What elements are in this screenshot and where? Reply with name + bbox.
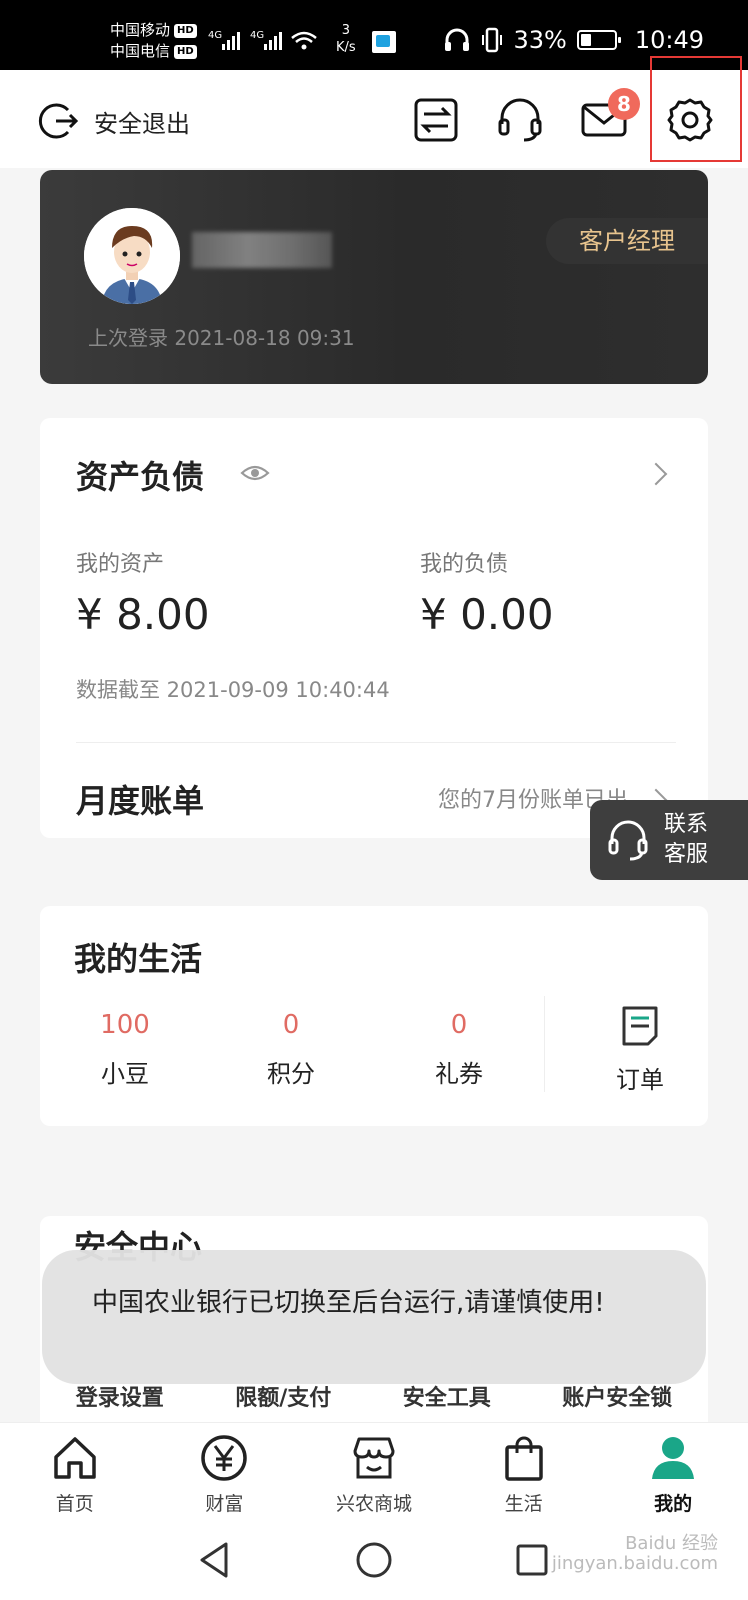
network-speed: 3 K/s [336, 23, 356, 55]
divider [544, 996, 545, 1092]
top-header: 安全退出 8 [0, 70, 748, 168]
app-notification-icon [372, 31, 396, 53]
logout-label: 安全退出 [94, 109, 190, 138]
monthly-bill-title[interactable]: 月度账单 [76, 776, 204, 822]
logout-button[interactable]: 安全退出 [38, 100, 190, 142]
chevron-right-icon[interactable] [644, 462, 668, 486]
nav-label: 兴农商城 [335, 1493, 412, 1515]
battery-icon [576, 30, 621, 50]
battery-percent: 33% [513, 26, 567, 54]
coupons-value: 0 [450, 1010, 468, 1040]
contact-service-button[interactable]: 联系 客服 [590, 800, 748, 880]
contact-service-label: 联系 客服 [664, 812, 709, 867]
nav-label: 生活 [504, 1493, 543, 1515]
divider [76, 742, 676, 743]
home-circle-icon[interactable] [354, 1540, 394, 1580]
logout-icon [38, 103, 79, 139]
headset-icon[interactable] [496, 96, 544, 144]
security-item-login-settings[interactable]: 登录设置 [76, 1380, 164, 1412]
life-item-points[interactable]: 0 积分 [226, 1010, 356, 1089]
my-life-title: 我的生活 [74, 940, 203, 978]
my-liabilities-value[interactable]: ¥ 0.00 [420, 590, 554, 639]
mail-badge: 8 [608, 88, 640, 120]
orders-button[interactable]: 订单 [600, 1004, 680, 1095]
bottom-nav: 首页 财富 兴农商城 生活 我的 [0, 1422, 748, 1520]
nav-item-mine[interactable]: 我的 [598, 1423, 748, 1520]
orders-label: 订单 [616, 1066, 664, 1094]
vibrate-icon [482, 27, 503, 53]
headset-icon [608, 820, 648, 861]
order-list-icon [622, 1006, 658, 1046]
nav-item-life[interactable]: 生活 [449, 1423, 599, 1520]
beans-label: 小豆 [101, 1060, 149, 1088]
transfer-icon[interactable] [412, 96, 460, 144]
carrier-2: 中国电信 [110, 42, 171, 60]
assets-title[interactable]: 资产负债 [76, 452, 204, 498]
profile-card[interactable]: 客户经理 上次登录 2021-08-18 09:31 [40, 170, 708, 384]
clock: 10:49 [634, 26, 704, 54]
back-icon[interactable] [196, 1540, 232, 1580]
eye-icon[interactable] [240, 462, 270, 484]
carrier-info: 中国移动 HD 中国电信 HD [110, 20, 197, 62]
security-items: 登录设置 限额/支付 安全工具 账户安全锁 [40, 1380, 708, 1412]
avatar[interactable] [84, 208, 180, 304]
yen-icon [201, 1435, 248, 1481]
baidu-watermark: Baidu 经验 jingyan.baidu.com [551, 1533, 718, 1574]
assets-card: 资产负债 我的资产 ¥ 8.00 我的负债 ¥ 0.00 数据截至 2021-0… [40, 418, 708, 838]
security-item-limit-payment[interactable]: 限额/支付 [235, 1380, 331, 1412]
nav-label: 财富 [205, 1493, 244, 1515]
recents-icon[interactable] [514, 1542, 550, 1578]
status-bar: 中国移动 HD 中国电信 HD 4G 4G 3 K/s 33% 10:49 [0, 0, 748, 70]
signal-icon: 4G 4G [208, 30, 317, 50]
life-item-beans[interactable]: 100 小豆 [60, 1010, 190, 1089]
my-life-card: 我的生活 100 小豆 0 积分 0 礼券 订单 [40, 906, 708, 1126]
life-item-coupons[interactable]: 0 礼券 [394, 1010, 524, 1089]
last-login: 上次登录 2021-08-18 09:31 [88, 326, 355, 350]
customer-manager-button[interactable]: 客户经理 [546, 218, 708, 264]
net-label-1: 4G [208, 30, 222, 41]
coupons-label: 礼券 [435, 1060, 483, 1088]
carrier-1: 中国移动 [110, 21, 171, 39]
beans-value: 100 [100, 1010, 150, 1040]
points-label: 积分 [267, 1060, 315, 1088]
home-icon [54, 1437, 96, 1479]
security-item-security-tools[interactable]: 安全工具 [403, 1380, 491, 1412]
hd-badge: HD [174, 23, 197, 38]
net-label-2: 4G [250, 30, 264, 41]
hd-badge: HD [174, 44, 197, 59]
nav-item-wealth[interactable]: 财富 [150, 1423, 300, 1520]
nav-item-home[interactable]: 首页 [0, 1423, 150, 1520]
highlight-annotation-box [650, 56, 742, 162]
store-icon [353, 1437, 395, 1479]
toast-message: 中国农业银行已切换至后台运行,请谨慎使用! [42, 1250, 706, 1384]
username-redacted [192, 232, 332, 268]
points-value: 0 [282, 1010, 300, 1040]
my-assets-value[interactable]: ¥ 8.00 [76, 590, 210, 639]
nav-label: 首页 [55, 1493, 94, 1515]
nav-item-mall[interactable]: 兴农商城 [299, 1423, 449, 1520]
status-right: 33% 10:49 [443, 26, 704, 54]
user-icon [652, 1437, 695, 1479]
avatar-illustration [84, 208, 180, 304]
my-assets-label: 我的资产 [76, 552, 165, 577]
my-liabilities-label: 我的负债 [420, 552, 509, 577]
data-as-of: 数据截至 2021-09-09 10:40:44 [76, 678, 390, 702]
security-item-account-lock[interactable]: 账户安全锁 [562, 1380, 672, 1412]
bag-icon [504, 1436, 543, 1481]
headphones-icon [445, 28, 470, 51]
nav-label: 我的 [654, 1493, 693, 1515]
